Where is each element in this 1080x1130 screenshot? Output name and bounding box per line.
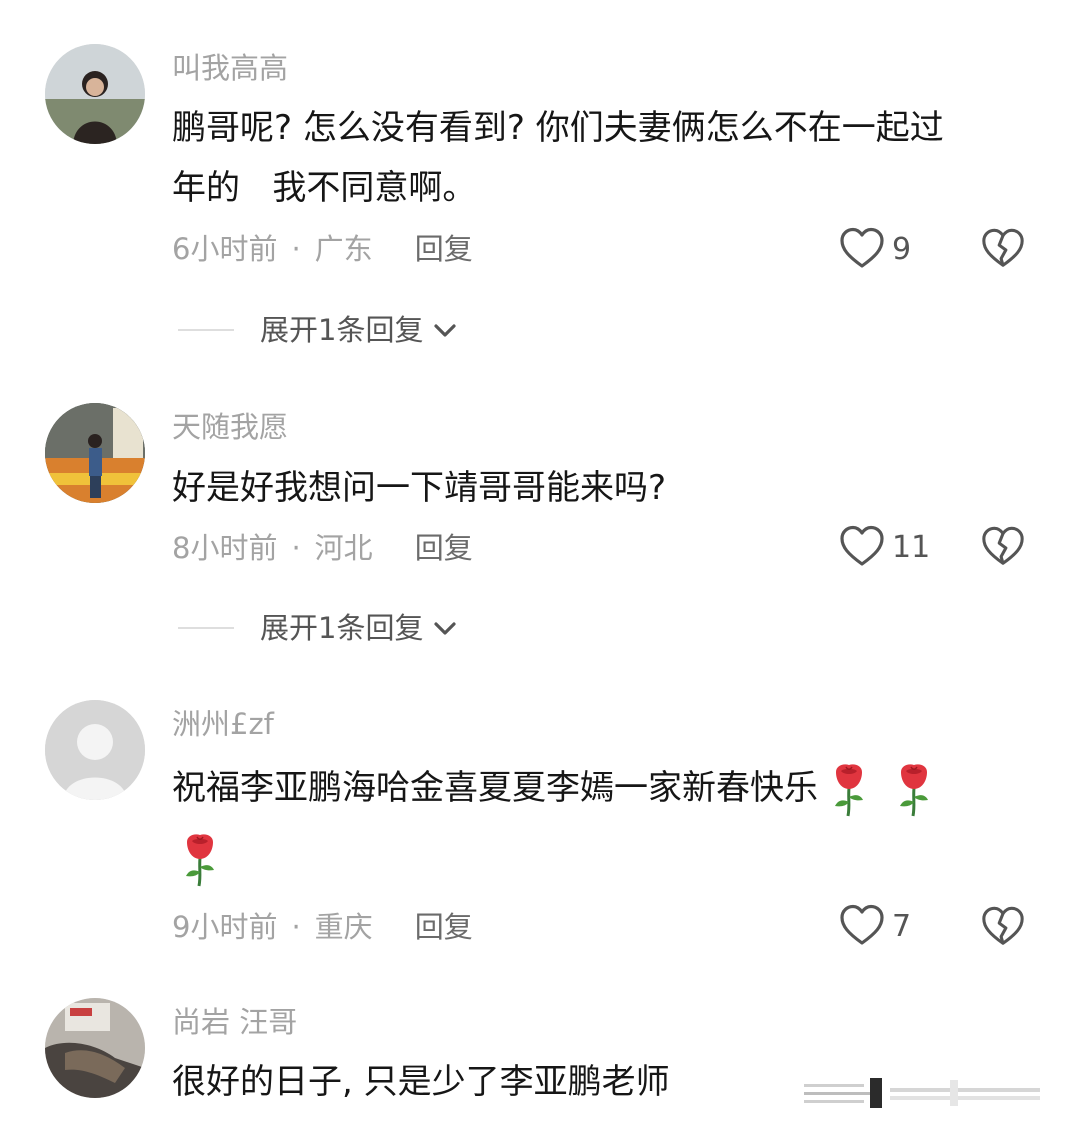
like-count: 9: [892, 231, 912, 267]
comment-text: 鹏哥呢? 怎么没有看到? 你们夫妻俩怎么不在一起过 年的 我不同意啊。: [172, 98, 1032, 218]
avatar[interactable]: [45, 403, 145, 503]
comment-text-line: 鹏哥呢? 怎么没有看到? 你们夫妻俩怎么不在一起过: [172, 108, 944, 148]
comment-text: 好是好我想问一下靖哥哥能来吗?: [172, 458, 1032, 518]
reply-button[interactable]: 回复: [415, 531, 473, 565]
meta-separator: ·: [291, 910, 301, 944]
comment-text-line: 祝福李亚鹏海哈金喜夏夏李嫣一家新春快乐: [172, 758, 1032, 818]
divider: [178, 627, 234, 629]
avatar[interactable]: [45, 700, 145, 800]
comment-text-span: 祝福李亚鹏海哈金喜夏夏李嫣一家新春快乐: [172, 768, 818, 808]
like-count: 7: [892, 908, 912, 944]
timestamp: 9小时前: [172, 910, 278, 944]
expand-replies-label: 展开1条回复: [260, 611, 424, 645]
comment-text: 祝福李亚鹏海哈金喜夏夏李嫣一家新春快乐: [172, 758, 1032, 888]
avatar[interactable]: [45, 998, 145, 1098]
username[interactable]: 天随我愿: [172, 407, 288, 447]
expand-replies-button[interactable]: 展开1条回复: [178, 608, 459, 648]
like-count: 11: [892, 529, 931, 565]
like-button[interactable]: 9: [838, 225, 911, 273]
location: 广东: [314, 232, 373, 266]
heart-outline-icon: [838, 902, 886, 950]
timestamp: 6小时前: [172, 232, 278, 266]
broken-heart-icon[interactable]: [980, 904, 1026, 950]
watermark-strip: [804, 1078, 1040, 1108]
rose-icon: [829, 762, 869, 818]
divider: [178, 329, 234, 331]
chevron-down-icon: [431, 614, 459, 642]
rose-icon: [894, 762, 934, 818]
comment-meta: 8小时前 · 河北 回复: [172, 528, 473, 568]
location: 重庆: [314, 910, 373, 944]
expand-replies-label: 展开1条回复: [260, 313, 424, 347]
location: 河北: [314, 531, 373, 565]
like-button[interactable]: 11: [838, 523, 930, 571]
broken-heart-icon[interactable]: [980, 524, 1026, 570]
heart-outline-icon: [838, 225, 886, 273]
comment-text-line: [172, 828, 1032, 888]
timestamp: 8小时前: [172, 531, 278, 565]
comment-meta: 6小时前 · 广东 回复: [172, 229, 473, 269]
chevron-down-icon: [431, 316, 459, 344]
avatar[interactable]: [45, 44, 145, 144]
username[interactable]: 洲州£zf: [172, 704, 274, 744]
comment-meta: 9小时前 · 重庆 回复: [172, 907, 473, 947]
heart-outline-icon: [838, 523, 886, 571]
username[interactable]: 尚岩 汪哥: [172, 1002, 297, 1042]
meta-separator: ·: [291, 531, 301, 565]
broken-heart-icon[interactable]: [980, 226, 1026, 272]
rose-icon: [180, 832, 220, 888]
username[interactable]: 叫我高高: [172, 48, 288, 88]
meta-separator: ·: [291, 232, 301, 266]
like-button[interactable]: 7: [838, 902, 911, 950]
expand-replies-button[interactable]: 展开1条回复: [178, 310, 459, 350]
comment-text-line: 年的 我不同意啊。: [172, 168, 477, 208]
reply-button[interactable]: 回复: [415, 232, 473, 266]
reply-button[interactable]: 回复: [415, 910, 473, 944]
comment-text-line: 好是好我想问一下靖哥哥能来吗?: [172, 468, 667, 508]
